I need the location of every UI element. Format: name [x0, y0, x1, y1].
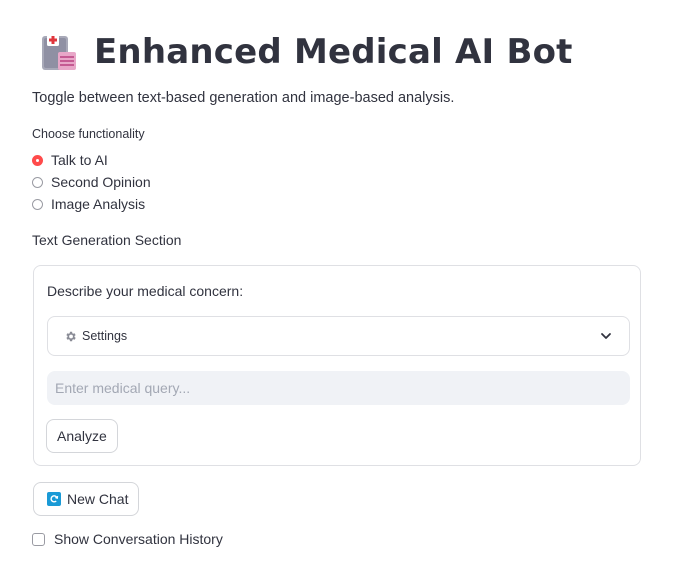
- functionality-label: Choose functionality: [32, 127, 145, 141]
- hospital-icon: [42, 34, 76, 70]
- chevron-down-icon: [601, 333, 611, 339]
- page-subtitle: Toggle between text-based generation and…: [32, 90, 455, 106]
- settings-label: Settings: [82, 329, 128, 343]
- page-header: Enhanced Medical AI Bot: [40, 30, 573, 74]
- radio-talk-to-ai[interactable]: Talk to AI: [32, 149, 151, 171]
- settings-expander[interactable]: Settings: [47, 316, 630, 356]
- medical-query-input[interactable]: [47, 371, 630, 405]
- radio-label-image-analysis: Image Analysis: [51, 196, 146, 212]
- radio-label-talk-to-ai: Talk to AI: [51, 152, 108, 168]
- functionality-radio-group: Talk to AI Second Opinion Image Analysis: [32, 149, 151, 215]
- analyze-button[interactable]: Analyze: [46, 419, 118, 453]
- show-history-checkbox[interactable]: Show Conversation History: [32, 531, 223, 547]
- form-prompt: Describe your medical concern:: [47, 283, 244, 299]
- radio-image-analysis[interactable]: Image Analysis: [32, 193, 151, 215]
- query-form: Describe your medical concern: Settings …: [33, 265, 641, 466]
- radio-unselected-icon: [32, 176, 43, 188]
- radio-second-opinion[interactable]: Second Opinion: [32, 171, 151, 193]
- checkbox-icon: [32, 532, 45, 546]
- radio-unselected-icon: [32, 198, 43, 210]
- radio-label-second-opinion: Second Opinion: [51, 174, 151, 190]
- new-chat-button[interactable]: New Chat: [33, 482, 140, 516]
- section-title: Text Generation Section: [32, 232, 182, 248]
- gear-icon: [66, 331, 76, 341]
- new-chat-label: New Chat: [67, 491, 129, 507]
- page-title: Enhanced Medical AI Bot: [94, 32, 573, 72]
- show-history-label: Show Conversation History: [54, 531, 223, 547]
- radio-selected-icon: [32, 154, 43, 166]
- refresh-icon: [47, 492, 61, 506]
